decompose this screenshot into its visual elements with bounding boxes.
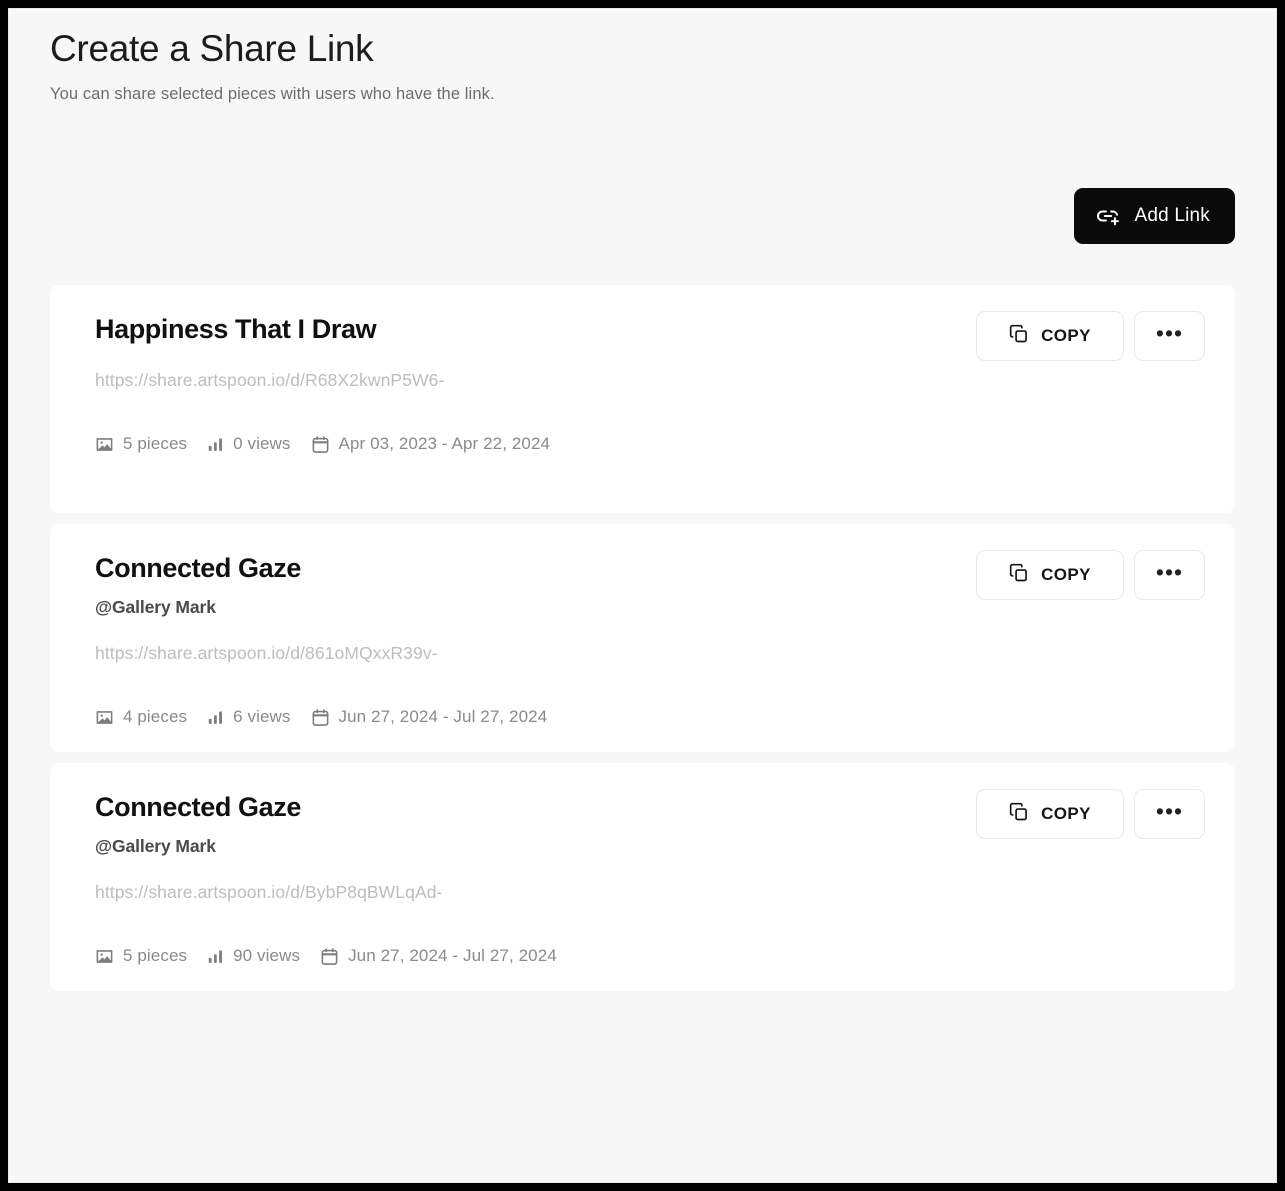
card-title-group: Connected Gaze @Gallery Mark https://sha… <box>95 550 438 664</box>
share-link-page: Create a Share Link You can share select… <box>9 9 1276 1182</box>
card-header: Connected Gaze @Gallery Mark https://sha… <box>95 550 1205 664</box>
page-header: Create a Share Link You can share select… <box>50 9 1235 104</box>
meta-dates-text: Jun 27, 2024 - Jul 27, 2024 <box>339 707 548 727</box>
more-options-button[interactable]: ••• <box>1134 311 1205 361</box>
card-owner: @Gallery Mark <box>95 597 438 618</box>
card-actions: COPY ••• <box>976 550 1205 600</box>
share-link-card-list: Happiness That I Draw https://share.arts… <box>50 285 1235 991</box>
meta-dates: Jun 27, 2024 - Jul 27, 2024 <box>320 946 557 966</box>
calendar-icon <box>311 435 330 454</box>
meta-pieces: 4 pieces <box>95 707 187 727</box>
meta-views: 90 views <box>207 946 300 966</box>
image-icon <box>95 708 114 727</box>
copy-icon <box>1009 324 1029 349</box>
meta-pieces-text: 5 pieces <box>123 946 187 966</box>
card-share-url[interactable]: https://share.artspoon.io/d/861oMQxxR39v… <box>95 643 438 664</box>
copy-button[interactable]: COPY <box>976 789 1124 839</box>
share-link-card[interactable]: Connected Gaze @Gallery Mark https://sha… <box>50 763 1235 991</box>
meta-dates-text: Apr 03, 2023 - Apr 22, 2024 <box>339 434 551 454</box>
page-title: Create a Share Link <box>50 27 1235 71</box>
bar-chart-icon <box>207 709 224 726</box>
meta-dates: Jun 27, 2024 - Jul 27, 2024 <box>311 707 548 727</box>
ellipsis-icon: ••• <box>1156 561 1183 584</box>
meta-views: 6 views <box>207 707 290 727</box>
card-actions: COPY ••• <box>976 789 1205 839</box>
card-header: Happiness That I Draw https://share.arts… <box>95 311 1205 391</box>
meta-pieces-text: 5 pieces <box>123 434 187 454</box>
copy-icon <box>1009 563 1029 588</box>
copy-label: COPY <box>1041 804 1091 824</box>
copy-icon <box>1009 802 1029 827</box>
copy-label: COPY <box>1041 326 1091 346</box>
copy-label: COPY <box>1041 565 1091 585</box>
calendar-icon <box>320 947 339 966</box>
ellipsis-icon: ••• <box>1156 322 1183 345</box>
more-options-button[interactable]: ••• <box>1134 789 1205 839</box>
card-meta: 5 pieces 90 views <box>95 946 1205 966</box>
meta-views-text: 90 views <box>233 946 300 966</box>
image-icon <box>95 947 114 966</box>
card-title-group: Happiness That I Draw https://share.arts… <box>95 311 444 391</box>
card-title: Connected Gaze <box>95 553 438 584</box>
copy-button[interactable]: COPY <box>976 311 1124 361</box>
copy-button[interactable]: COPY <box>976 550 1124 600</box>
ellipsis-icon: ••• <box>1156 800 1183 823</box>
add-link-button[interactable]: Add Link <box>1074 188 1235 244</box>
card-owner: @Gallery Mark <box>95 836 443 857</box>
add-link-label: Add Link <box>1134 205 1210 227</box>
card-title: Happiness That I Draw <box>95 314 444 345</box>
image-icon <box>95 435 114 454</box>
link-plus-icon <box>1096 204 1121 229</box>
meta-views: 0 views <box>207 434 290 454</box>
meta-pieces: 5 pieces <box>95 946 187 966</box>
card-meta: 5 pieces 0 views <box>95 434 1205 454</box>
share-link-card[interactable]: Happiness That I Draw https://share.arts… <box>50 285 1235 513</box>
card-title: Connected Gaze <box>95 792 443 823</box>
meta-views-text: 6 views <box>233 707 290 727</box>
card-share-url[interactable]: https://share.artspoon.io/d/R68X2kwnP5W6… <box>95 370 444 391</box>
bar-chart-icon <box>207 436 224 453</box>
meta-pieces: 5 pieces <box>95 434 187 454</box>
card-actions: COPY ••• <box>976 311 1205 361</box>
meta-dates-text: Jun 27, 2024 - Jul 27, 2024 <box>348 946 557 966</box>
calendar-icon <box>311 708 330 727</box>
bar-chart-icon <box>207 948 224 965</box>
card-header: Connected Gaze @Gallery Mark https://sha… <box>95 789 1205 903</box>
meta-pieces-text: 4 pieces <box>123 707 187 727</box>
app-window: Create a Share Link You can share select… <box>8 8 1277 1183</box>
card-meta: 4 pieces 6 views <box>95 707 1205 727</box>
meta-views-text: 0 views <box>233 434 290 454</box>
share-link-card[interactable]: Connected Gaze @Gallery Mark https://sha… <box>50 524 1235 752</box>
more-options-button[interactable]: ••• <box>1134 550 1205 600</box>
card-share-url[interactable]: https://share.artspoon.io/d/BybP8qBWLqAd… <box>95 882 443 903</box>
meta-dates: Apr 03, 2023 - Apr 22, 2024 <box>311 434 551 454</box>
card-title-group: Connected Gaze @Gallery Mark https://sha… <box>95 789 443 903</box>
page-subtitle: You can share selected pieces with users… <box>50 85 1235 104</box>
toolbar: Add Link <box>50 188 1235 244</box>
